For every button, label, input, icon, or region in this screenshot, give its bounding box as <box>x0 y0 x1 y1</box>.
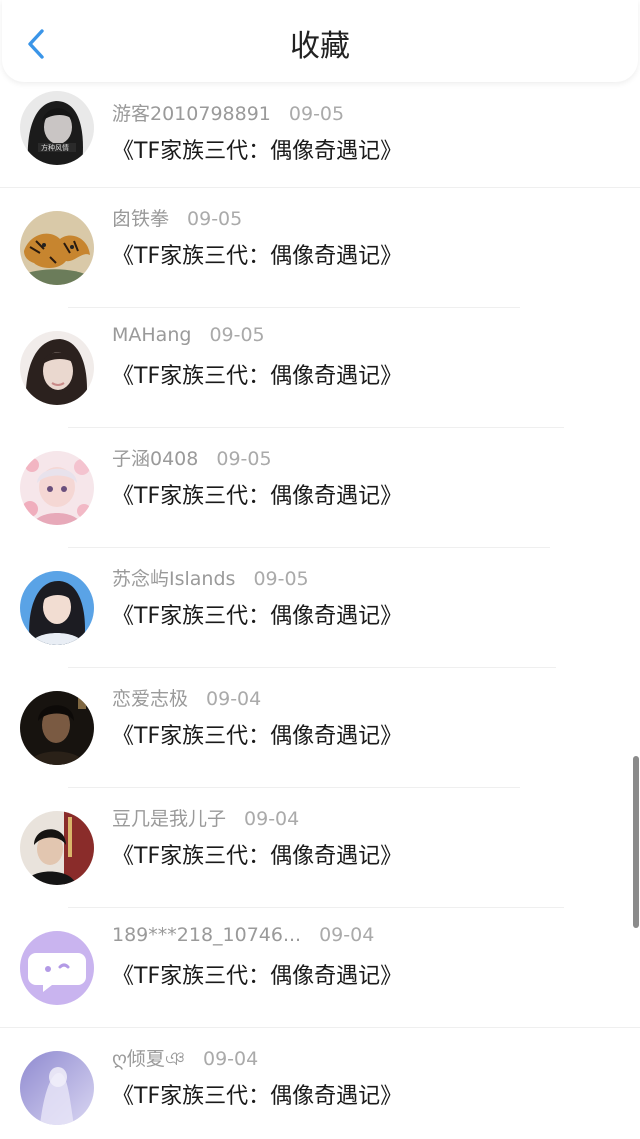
favorite-title: 《TF家族三代：偶像奇遇记》 <box>112 964 403 989</box>
user-avatar[interactable] <box>20 931 94 1005</box>
favorite-title: 《TF家族三代：偶像奇遇记》 <box>112 364 403 389</box>
username: MAHang <box>112 324 192 346</box>
item-meta: 苏念屿Islands 09-05 <box>112 564 309 591</box>
timestamp: 09-05 <box>209 324 265 346</box>
timestamp: 09-04 <box>244 808 300 830</box>
svg-text:方种风情: 方种风情 <box>41 143 69 152</box>
favorite-title: 《TF家族三代：偶像奇遇记》 <box>112 244 403 269</box>
list-item[interactable]: 囱铁拳 09-05 《TF家族三代：偶像奇遇记》 <box>0 188 640 308</box>
timestamp: 09-04 <box>319 924 375 946</box>
page-title: 收藏 <box>290 29 350 64</box>
favorite-title: 《TF家族三代：偶像奇遇记》 <box>112 844 403 869</box>
timestamp: 09-04 <box>206 688 262 710</box>
user-avatar[interactable] <box>20 811 94 885</box>
favorite-title: 《TF家族三代：偶像奇遇记》 <box>112 139 403 164</box>
user-avatar[interactable] <box>20 1051 94 1125</box>
list-item[interactable]: MAHang 09-05 《TF家族三代：偶像奇遇记》 <box>0 308 640 428</box>
user-avatar[interactable] <box>20 331 94 405</box>
username: 189***218_10746... <box>112 924 302 946</box>
favorite-title: 《TF家族三代：偶像奇遇记》 <box>112 484 403 509</box>
list-item[interactable]: 苏念屿Islands 09-05 《TF家族三代：偶像奇遇记》 <box>0 548 640 668</box>
timestamp: 09-05 <box>253 568 309 590</box>
favorite-title: 《TF家族三代：偶像奇遇记》 <box>112 604 403 629</box>
item-meta: 游客2010798891 09-05 <box>112 99 344 126</box>
username: 恋爱志极 <box>112 688 189 710</box>
list-item[interactable]: 方种风情 游客2010798891 09-05 《TF家族三代：偶像奇遇记》 <box>0 82 640 188</box>
timestamp: 09-05 <box>216 448 272 470</box>
favorite-title: 《TF家族三代：偶像奇遇记》 <box>112 724 403 749</box>
timestamp: 09-05 <box>187 208 243 230</box>
username: 苏念屿Islands <box>112 568 236 590</box>
header-bar: 收藏 <box>2 0 638 82</box>
username: 子涵0408 <box>112 448 199 470</box>
user-avatar[interactable] <box>20 571 94 645</box>
favorites-screen: 收藏 方种风情 游客2010798891 09-05 《TF家族三代：偶像奇遇记》 <box>0 0 640 1139</box>
item-meta: 囱铁拳 09-05 <box>112 204 242 231</box>
list-item[interactable]: ღ倾夏ঞ 09-04 《TF家族三代：偶像奇遇记》 <box>0 1028 640 1139</box>
item-meta: MAHang 09-05 <box>112 324 265 346</box>
list-item[interactable]: 子涵0408 09-05 《TF家族三代：偶像奇遇记》 <box>0 428 640 548</box>
user-avatar[interactable] <box>20 451 94 525</box>
item-meta: 189***218_10746... 09-04 <box>112 924 374 946</box>
favorites-list: 方种风情 游客2010798891 09-05 《TF家族三代：偶像奇遇记》 囱… <box>0 82 640 1139</box>
list-item[interactable]: 189***218_10746... 09-04 《TF家族三代：偶像奇遇记》 <box>0 908 640 1028</box>
user-avatar[interactable] <box>20 211 94 285</box>
username: ღ倾夏ঞ <box>112 1048 185 1070</box>
timestamp: 09-04 <box>203 1048 259 1070</box>
list-item[interactable]: 恋爱志极 09-04 《TF家族三代：偶像奇遇记》 <box>0 668 640 788</box>
item-meta: 豆几是我儿子 09-04 <box>112 804 299 831</box>
username: 豆几是我儿子 <box>112 808 227 830</box>
list-item[interactable]: 豆几是我儿子 09-04 《TF家族三代：偶像奇遇记》 <box>0 788 640 908</box>
favorite-title: 《TF家族三代：偶像奇遇记》 <box>112 1084 403 1109</box>
username: 囱铁拳 <box>112 208 170 230</box>
username: 游客2010798891 <box>112 103 271 125</box>
item-meta: ღ倾夏ঞ 09-04 <box>112 1044 258 1077</box>
item-meta: 恋爱志极 09-04 <box>112 684 261 711</box>
scrollbar[interactable] <box>633 756 639 928</box>
item-meta: 子涵0408 09-05 <box>112 444 272 471</box>
user-avatar[interactable]: 方种风情 <box>20 91 94 165</box>
user-avatar[interactable] <box>20 691 94 765</box>
timestamp: 09-05 <box>288 103 345 125</box>
